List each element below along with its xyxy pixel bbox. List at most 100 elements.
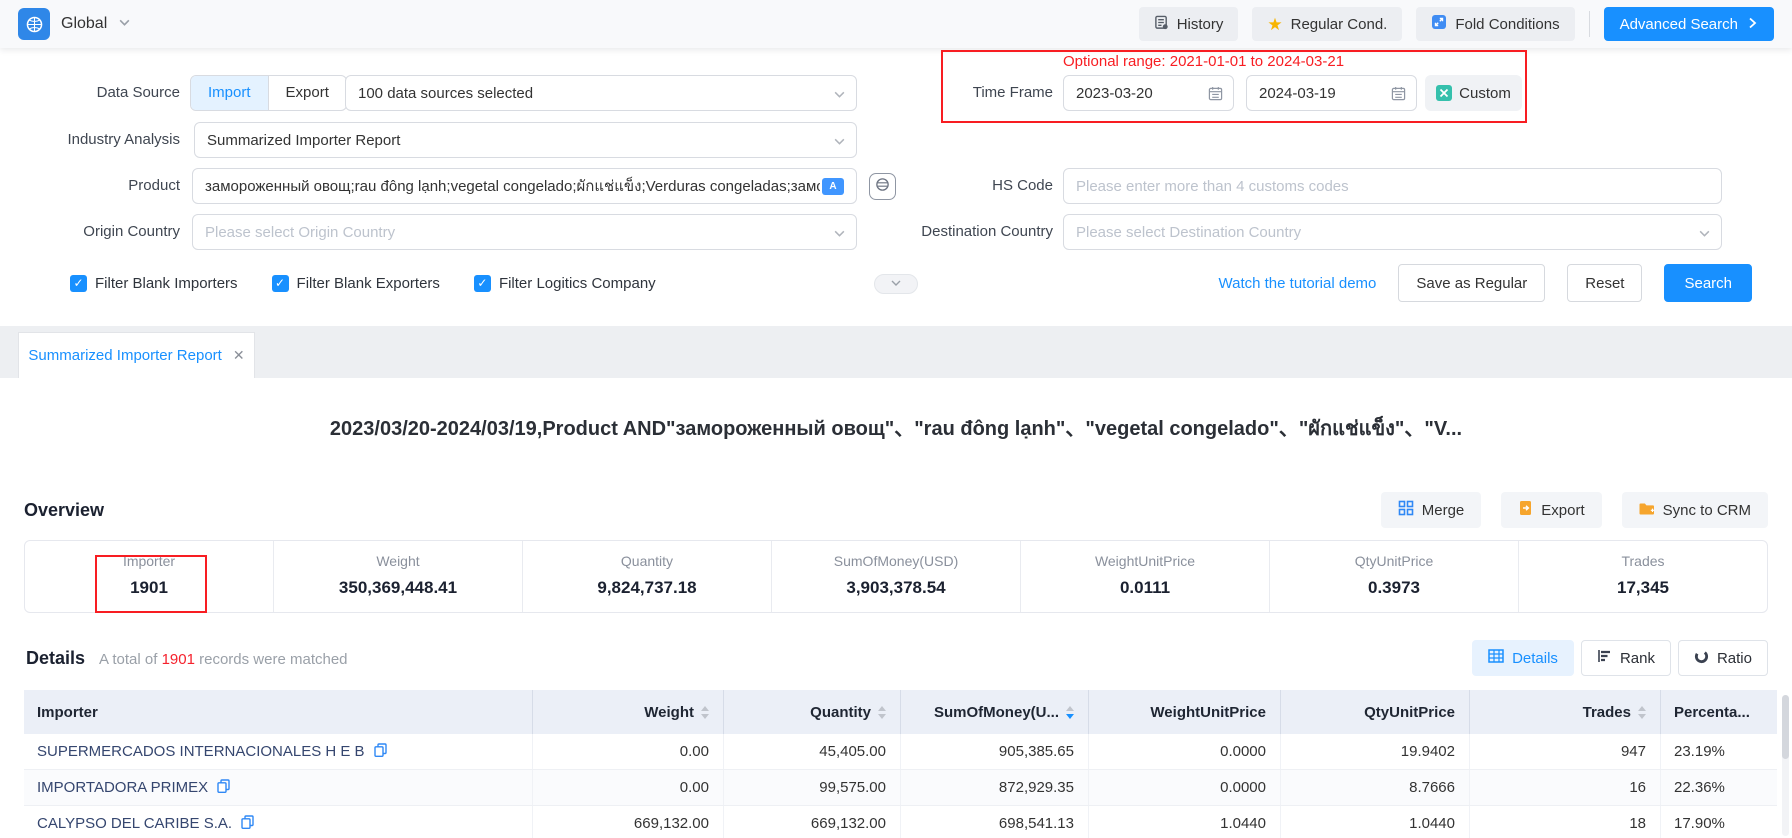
- reset-button[interactable]: Reset: [1567, 264, 1642, 302]
- close-icon[interactable]: ✕: [233, 347, 245, 364]
- merge-icon: [1398, 500, 1414, 520]
- overview-stats-card: Importer 1901 Weight 350,369,448.41 Quan…: [24, 540, 1768, 613]
- report-content: 2023/03/20-2024/03/19,Product AND"заморо…: [0, 378, 1792, 838]
- advanced-search-button[interactable]: Advanced Search: [1604, 7, 1774, 41]
- time-frame-label: Time Frame: [945, 75, 1053, 111]
- merge-button[interactable]: Merge: [1381, 492, 1482, 528]
- importer-name[interactable]: IMPORTADORA PRIMEX: [24, 770, 532, 805]
- col-quantity[interactable]: Quantity: [723, 690, 900, 734]
- copy-icon[interactable]: [374, 743, 387, 761]
- checkbox-checked-icon: ✓: [474, 275, 491, 292]
- hs-code-input[interactable]: Please enter more than 4 customs codes: [1063, 168, 1722, 204]
- details-header: Details A total of 1901 records were mat…: [26, 639, 1768, 677]
- chevron-down-icon: [118, 16, 131, 33]
- record-count: 1901: [162, 651, 195, 668]
- language-globe-icon: [875, 177, 890, 196]
- custom-icon: [1436, 85, 1452, 101]
- stat-quantity: Quantity 9,824,737.18: [522, 541, 771, 612]
- fold-icon: [1431, 14, 1447, 34]
- table-row[interactable]: SUPERMERCADOS INTERNACIONALES H E B 0.00…: [24, 734, 1777, 770]
- sort-icon-active-desc[interactable]: [1066, 706, 1074, 719]
- origin-country-select[interactable]: Please select Origin Country: [192, 214, 857, 250]
- destination-country-select[interactable]: Please select Destination Country: [1063, 214, 1722, 250]
- chevron-down-icon: [833, 135, 846, 152]
- details-heading: Details: [26, 648, 85, 669]
- stat-qty-unit-price: QtyUnitPrice 0.3973: [1269, 541, 1518, 612]
- scrollbar-thumb[interactable]: [1782, 695, 1789, 759]
- search-button[interactable]: Search: [1664, 264, 1752, 302]
- overview-heading: Overview: [24, 500, 104, 521]
- fold-conditions-button[interactable]: Fold Conditions: [1416, 7, 1574, 41]
- optional-range-note: Optional range: 2021-01-01 to 2024-03-21: [1063, 53, 1523, 70]
- chevron-right-icon: [1747, 16, 1758, 33]
- importer-name[interactable]: SUPERMERCADOS INTERNACIONALES H E B: [24, 734, 532, 769]
- chevron-down-icon: [833, 227, 846, 244]
- export-button[interactable]: Export: [1501, 492, 1601, 528]
- copy-icon[interactable]: [241, 815, 254, 833]
- query-title: 2023/03/20-2024/03/19,Product AND"заморо…: [0, 412, 1792, 444]
- industry-analysis-label: Industry Analysis: [20, 122, 180, 158]
- table-scrollbar[interactable]: [1782, 695, 1789, 836]
- data-sources-select[interactable]: 100 data sources selected: [345, 75, 857, 111]
- stat-sum-of-money: SumOfMoney(USD) 3,903,378.54: [771, 541, 1020, 612]
- view-ratio-button[interactable]: Ratio: [1678, 640, 1768, 676]
- custom-range-button[interactable]: Custom: [1425, 75, 1522, 111]
- col-trades[interactable]: Trades: [1469, 690, 1660, 734]
- filter-blank-exporters-checkbox[interactable]: ✓ Filter Blank Exporters: [272, 275, 440, 292]
- data-source-toggle: Import Export: [190, 75, 347, 111]
- table-row[interactable]: CALYPSO DEL CARIBE S.A. 669,132.00 669,1…: [24, 806, 1777, 838]
- col-percentage: Percenta...: [1660, 690, 1777, 734]
- view-details-button[interactable]: Details: [1472, 640, 1574, 676]
- history-button[interactable]: History: [1139, 7, 1239, 41]
- table-header-row: Importer Weight Quantity SumOfMoney(U...…: [24, 690, 1777, 734]
- filter-logistics-company-checkbox[interactable]: ✓ Filter Logitics Company: [474, 275, 656, 292]
- overview-header: Overview Merge Export Sync to CRM: [24, 492, 1768, 528]
- multilingual-button[interactable]: [869, 173, 896, 200]
- industry-analysis-select[interactable]: Summarized Importer Report: [194, 122, 857, 158]
- col-sum-of-money[interactable]: SumOfMoney(U...: [900, 690, 1088, 734]
- collapse-form-button[interactable]: [874, 274, 918, 294]
- topbar-actions: History ★ Regular Cond. Fold Conditions …: [1139, 7, 1774, 41]
- end-date-input[interactable]: 2024-03-19: [1246, 75, 1417, 111]
- sort-icon[interactable]: [1638, 706, 1646, 719]
- regular-cond-button[interactable]: ★ Regular Cond.: [1252, 7, 1402, 41]
- region-label: Global: [61, 15, 107, 33]
- stat-weight: Weight 350,369,448.41: [273, 541, 522, 612]
- copy-icon[interactable]: [217, 779, 230, 797]
- form-actions: Watch the tutorial demo Save as Regular …: [1219, 264, 1752, 302]
- product-input[interactable]: замороженный овощ;rau đông lạnh;vegetal …: [192, 168, 857, 204]
- sort-icon[interactable]: [701, 706, 709, 719]
- globe-logo-icon: [18, 8, 50, 40]
- save-as-regular-button[interactable]: Save as Regular: [1398, 264, 1545, 302]
- start-date-input[interactable]: 2023-03-20: [1063, 75, 1234, 111]
- stat-trades: Trades 17,345: [1518, 541, 1767, 612]
- view-rank-button[interactable]: Rank: [1581, 640, 1671, 676]
- table-row[interactable]: IMPORTADORA PRIMEX 0.00 99,575.00 872,92…: [24, 770, 1777, 806]
- details-summary: Details A total of 1901 records were mat…: [26, 648, 348, 669]
- pie-chart-icon: [1694, 649, 1709, 668]
- chevron-down-icon: [890, 276, 902, 293]
- product-label: Product: [20, 168, 180, 204]
- filter-blank-importers-checkbox[interactable]: ✓ Filter Blank Importers: [70, 275, 238, 292]
- checkbox-checked-icon: ✓: [272, 275, 289, 292]
- chevron-down-icon: [1698, 227, 1711, 244]
- col-importer: Importer: [24, 690, 532, 734]
- sync-to-crm-button[interactable]: Sync to CRM: [1622, 492, 1768, 528]
- importer-name[interactable]: CALYPSO DEL CARIBE S.A.: [24, 806, 532, 838]
- col-weight[interactable]: Weight: [532, 690, 723, 734]
- region-selector[interactable]: Global: [18, 8, 131, 40]
- export-toggle[interactable]: Export: [268, 76, 346, 110]
- overview-actions: Merge Export Sync to CRM: [1381, 492, 1768, 528]
- details-table: Importer Weight Quantity SumOfMoney(U...…: [24, 690, 1777, 838]
- bar-chart-icon: [1597, 649, 1612, 667]
- tab-summarized-importer-report[interactable]: Summarized Importer Report ✕: [18, 332, 255, 378]
- topbar: Global History ★ Regular Cond. Fold Cond…: [0, 0, 1792, 48]
- tutorial-demo-link[interactable]: Watch the tutorial demo: [1219, 275, 1377, 292]
- origin-country-label: Origin Country: [20, 214, 180, 250]
- table-body: SUPERMERCADOS INTERNACIONALES H E B 0.00…: [24, 734, 1777, 838]
- translate-icon[interactable]: A: [822, 178, 844, 195]
- sort-icon[interactable]: [878, 706, 886, 719]
- col-weight-unit-price: WeightUnitPrice: [1088, 690, 1280, 734]
- view-switcher: Details Rank Ratio: [1472, 640, 1768, 676]
- import-toggle[interactable]: Import: [191, 76, 268, 110]
